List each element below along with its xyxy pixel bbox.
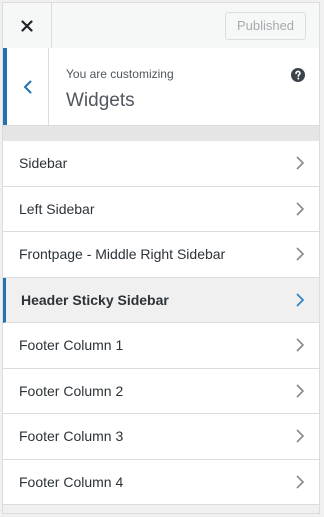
back-button[interactable] [3,48,49,125]
widget-area-item[interactable]: Left Sidebar [3,186,319,232]
widget-area-label: Frontpage - Middle Right Sidebar [19,246,226,262]
widget-area-label: Footer Column 4 [19,473,124,490]
widget-area-item[interactable]: Sidebar [3,141,319,187]
close-button[interactable] [3,3,52,48]
chevron-right-icon [296,384,304,397]
widget-area-label: Header Sticky Sidebar [21,291,169,308]
section-header: You are customizing Widgets [3,48,319,126]
widget-area-item[interactable]: Footer Column 4 [3,459,319,505]
section-divider [3,126,319,141]
widget-area-label: Footer Column 2 [19,382,124,399]
widget-area-item[interactable]: Footer Column 1 [3,323,319,369]
widget-area-label: Left Sidebar [19,200,95,217]
widget-area-list: Sidebar Left Sidebar Frontpage - Middle … [3,141,319,505]
widget-area-item[interactable]: Footer Column 3 [3,414,319,460]
published-button[interactable]: Published [225,12,306,40]
chevron-right-icon [296,475,304,488]
chevron-right-icon [296,202,304,215]
chevron-right-icon [296,156,304,170]
customizer-panel: Published You are customizing Widgets Si… [2,2,320,514]
widget-area-item[interactable]: Frontpage - Middle Right Sidebar [3,232,319,278]
widget-area-label: Footer Column 3 [19,428,124,444]
chevron-left-icon [24,80,32,93]
widget-area-label: Footer Column 1 [19,337,124,353]
chevron-right-icon [296,247,304,261]
widget-area-item[interactable]: Footer Column 2 [3,368,319,414]
help-icon[interactable] [291,68,305,82]
widget-area-label: Sidebar [19,155,68,171]
widget-area-item-active[interactable]: Header Sticky Sidebar [3,277,319,323]
customizing-label: You are customizing [66,67,174,81]
customizer-header: Published [3,3,319,49]
chevron-right-icon [296,338,304,352]
chevron-right-icon [296,293,304,306]
close-icon [21,19,33,32]
chevron-right-icon [296,429,304,443]
section-title: Widgets [66,90,135,111]
